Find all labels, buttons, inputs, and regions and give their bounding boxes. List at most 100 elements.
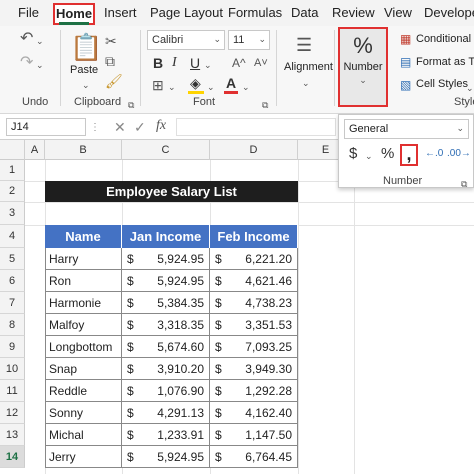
tab-view[interactable]: View bbox=[384, 5, 412, 20]
cell-name[interactable]: Ron bbox=[45, 270, 122, 292]
row-header[interactable]: 4 bbox=[0, 225, 25, 248]
enter-icon[interactable]: ✓ bbox=[134, 120, 146, 134]
cell-feb-income[interactable]: $4,162.40 bbox=[210, 402, 298, 424]
column-header[interactable]: A bbox=[25, 140, 45, 160]
dialog-launcher-icon[interactable]: ⧉ bbox=[262, 98, 268, 112]
copy-icon[interactable]: ⧉ bbox=[105, 54, 115, 68]
conditional-formatting-icon[interactable]: ▦ bbox=[400, 32, 411, 46]
cell-jan-income[interactable]: $1,233.91 bbox=[122, 424, 210, 446]
cell-feb-income[interactable]: $7,093.25 bbox=[210, 336, 298, 358]
format-painter-icon[interactable]: 🖌 bbox=[105, 74, 123, 88]
cell-jan-income[interactable]: $5,924.95 bbox=[122, 446, 210, 468]
chevron-down-icon[interactable]: ⌄ bbox=[168, 80, 176, 94]
cell-jan-income[interactable]: $3,910.20 bbox=[122, 358, 210, 380]
row-header[interactable]: 10 bbox=[0, 358, 25, 380]
cell-jan-income[interactable]: $5,674.60 bbox=[122, 336, 210, 358]
column-header[interactable]: D bbox=[210, 140, 298, 160]
row-header-active[interactable]: 14 bbox=[0, 446, 25, 468]
cell-feb-income[interactable]: $3,351.53 bbox=[210, 314, 298, 336]
cell-feb-income[interactable]: $3,949.30 bbox=[210, 358, 298, 380]
cell-styles-icon[interactable]: ▧ bbox=[400, 78, 411, 92]
alignment-icon[interactable]: ☰ bbox=[296, 36, 312, 54]
font-color-icon[interactable]: A bbox=[226, 76, 236, 90]
insert-function-icon[interactable]: fx bbox=[156, 119, 166, 133]
cell-jan-income[interactable]: $5,384.35 bbox=[122, 292, 210, 314]
row-header[interactable]: 13 bbox=[0, 424, 25, 446]
cell-feb-income[interactable]: $4,621.46 bbox=[210, 270, 298, 292]
currency-icon[interactable]: $ bbox=[349, 146, 357, 161]
row-header[interactable]: 5 bbox=[0, 248, 25, 270]
cell-feb-income[interactable]: $1,147.50 bbox=[210, 424, 298, 446]
more-options-icon[interactable]: ⋮ bbox=[90, 121, 100, 135]
cell-name[interactable]: Harmonie bbox=[45, 292, 122, 314]
chevron-down-icon[interactable]: ⌄ bbox=[82, 78, 90, 92]
cell-name[interactable]: Snap bbox=[45, 358, 122, 380]
cell-jan-income[interactable]: $3,318.35 bbox=[122, 314, 210, 336]
row-header[interactable]: 12 bbox=[0, 402, 25, 424]
paste-icon[interactable]: 📋 bbox=[70, 34, 102, 60]
cell-name[interactable]: Jerry bbox=[45, 446, 122, 468]
tab-formulas[interactable]: Formulas bbox=[228, 5, 282, 20]
decrease-font-icon[interactable]: A˅ bbox=[254, 56, 268, 70]
fill-color-icon[interactable]: ◈ bbox=[190, 76, 201, 90]
tab-data[interactable]: Data bbox=[291, 5, 318, 20]
alignment-button[interactable]: Alignment bbox=[284, 61, 333, 73]
cell-feb-income[interactable]: $6,221.20 bbox=[210, 248, 298, 270]
select-all-corner[interactable] bbox=[0, 140, 25, 160]
percent-style-icon[interactable]: % bbox=[381, 146, 394, 161]
bold-icon[interactable]: B bbox=[153, 56, 163, 70]
cell-feb-income[interactable]: $4,738.23 bbox=[210, 292, 298, 314]
name-box[interactable]: J14 bbox=[6, 118, 86, 136]
tab-page-layout[interactable]: Page Layout bbox=[150, 5, 223, 20]
chevron-down-icon[interactable]: ⌄ bbox=[466, 81, 474, 95]
redo-icon[interactable]: ↷ bbox=[20, 55, 33, 71]
row-header[interactable]: 9 bbox=[0, 336, 25, 358]
chevron-down-icon[interactable]: ⌄ bbox=[36, 34, 44, 48]
dialog-launcher-icon[interactable]: ⧉ bbox=[128, 98, 134, 112]
number-format-select[interactable]: General ⌄ bbox=[344, 119, 469, 139]
row-header[interactable]: 2 bbox=[0, 181, 25, 202]
row-header[interactable]: 6 bbox=[0, 270, 25, 292]
chevron-down-icon[interactable]: ⌄ bbox=[204, 58, 212, 72]
font-name-select[interactable]: Calibri ⌄ bbox=[147, 30, 225, 50]
number-format-button[interactable]: % Number ⌄ bbox=[338, 27, 388, 107]
chevron-down-icon[interactable]: ⌄ bbox=[365, 149, 373, 163]
cell-jan-income[interactable]: $4,291.13 bbox=[122, 402, 210, 424]
tab-insert[interactable]: Insert bbox=[104, 5, 137, 20]
chevron-down-icon[interactable]: ⌄ bbox=[302, 76, 310, 90]
tab-developer[interactable]: Develope bbox=[424, 5, 474, 20]
font-size-select[interactable]: 11 ⌄ bbox=[228, 30, 270, 50]
cell-jan-income[interactable]: $5,924.95 bbox=[122, 248, 210, 270]
cancel-icon[interactable]: ✕ bbox=[114, 120, 126, 134]
tab-review[interactable]: Review bbox=[332, 5, 375, 20]
column-header[interactable]: B bbox=[45, 140, 122, 160]
cell-name[interactable]: Malfoy bbox=[45, 314, 122, 336]
cell-name[interactable]: Sonny bbox=[45, 402, 122, 424]
cut-icon[interactable]: ✂ bbox=[105, 34, 117, 48]
chevron-down-icon[interactable]: ⌄ bbox=[242, 80, 250, 94]
cell-name[interactable]: Reddle bbox=[45, 380, 122, 402]
row-header[interactable]: 8 bbox=[0, 314, 25, 336]
cell-styles-button[interactable]: Cell Styles bbox=[416, 78, 468, 90]
row-header[interactable]: 1 bbox=[0, 160, 25, 181]
underline-icon[interactable]: U bbox=[190, 56, 200, 70]
dialog-launcher-icon[interactable]: ⧉ bbox=[461, 177, 467, 191]
row-header[interactable]: 11 bbox=[0, 380, 25, 402]
cell-name[interactable]: Michal bbox=[45, 424, 122, 446]
cell-feb-income[interactable]: $1,292.28 bbox=[210, 380, 298, 402]
chevron-down-icon[interactable]: ⌄ bbox=[36, 58, 44, 72]
increase-font-icon[interactable]: A^ bbox=[232, 56, 246, 70]
comma-style-icon[interactable]: , bbox=[400, 144, 418, 166]
formula-input[interactable] bbox=[176, 118, 336, 136]
decrease-decimal-icon[interactable]: .00→ bbox=[447, 147, 471, 161]
tab-file[interactable]: File bbox=[18, 5, 39, 20]
increase-decimal-icon[interactable]: ←.0 bbox=[425, 147, 443, 161]
row-header[interactable]: 7 bbox=[0, 292, 25, 314]
cell-name[interactable]: Longbottom bbox=[45, 336, 122, 358]
paste-button[interactable]: Paste bbox=[70, 64, 98, 76]
cell-jan-income[interactable]: $5,924.95 bbox=[122, 270, 210, 292]
format-as-table-icon[interactable]: ▤ bbox=[400, 55, 411, 69]
format-as-table-button[interactable]: Format as Ta bbox=[416, 56, 474, 68]
undo-icon[interactable]: ↶ bbox=[20, 31, 33, 47]
borders-icon[interactable]: ⊞ bbox=[152, 78, 164, 92]
